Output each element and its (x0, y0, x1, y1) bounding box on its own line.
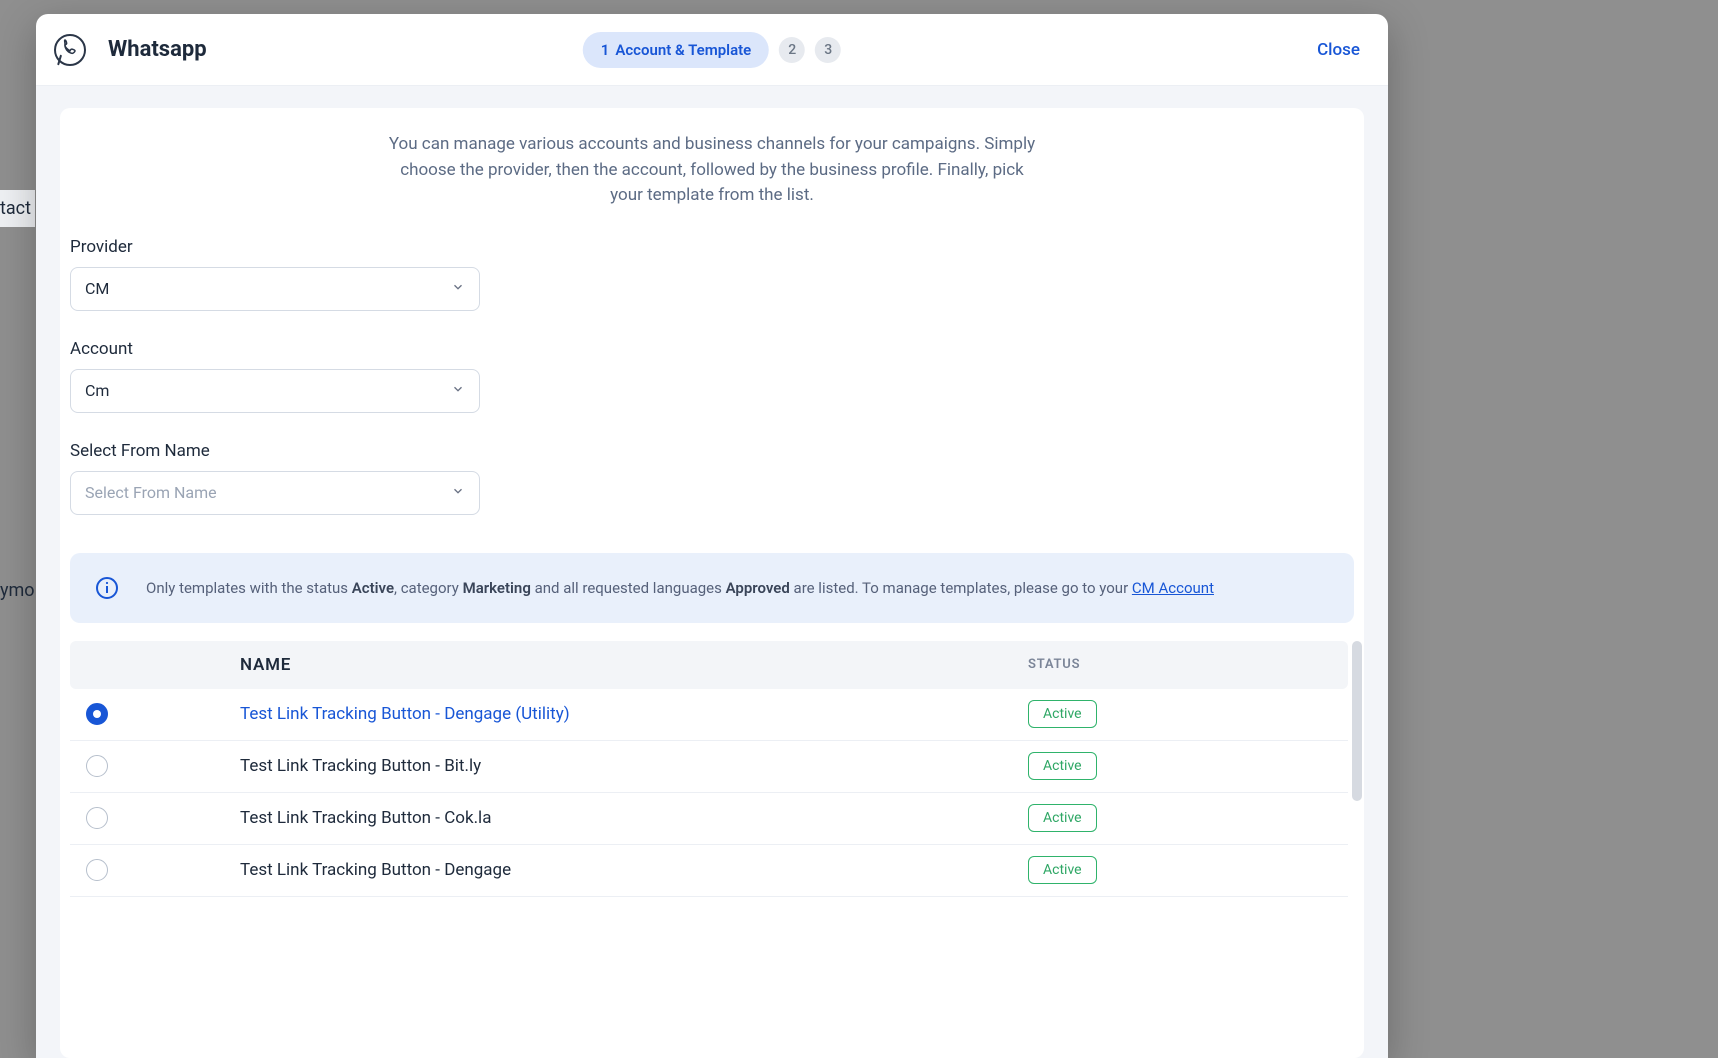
info-icon (94, 575, 120, 601)
column-header-name[interactable]: NAME (240, 655, 1028, 675)
provider-field: Provider CM (70, 237, 480, 311)
template-name: Test Link Tracking Button - Dengage (240, 860, 1028, 880)
modal-title: Whatsapp (108, 37, 207, 62)
account-label: Account (70, 339, 480, 359)
chevron-down-icon (451, 483, 465, 502)
provider-label: Provider (70, 237, 480, 257)
from-name-select[interactable]: Select From Name (70, 471, 480, 515)
template-name: Test Link Tracking Button - Cok.la (240, 808, 1028, 828)
provider-select[interactable]: CM (70, 267, 480, 311)
table-row[interactable]: Test Link Tracking Button - DengageActiv… (70, 845, 1348, 897)
account-field: Account Cm (70, 339, 480, 413)
step-1-label: Account & Template (615, 41, 751, 59)
template-radio[interactable] (86, 703, 108, 725)
scrollbar[interactable] (1352, 641, 1362, 801)
whatsapp-icon (50, 30, 90, 70)
step-2[interactable]: 2 (779, 37, 805, 63)
status-badge: Active (1028, 856, 1097, 884)
cm-account-link[interactable]: CM Account (1132, 579, 1214, 597)
template-radio[interactable] (86, 755, 108, 777)
account-value: Cm (85, 381, 109, 400)
close-button[interactable]: Close (1317, 40, 1360, 60)
background-fragment: ymo (0, 580, 35, 601)
from-name-placeholder: Select From Name (85, 483, 217, 502)
from-name-field: Select From Name Select From Name (70, 441, 480, 515)
from-name-label: Select From Name (70, 441, 480, 461)
template-name: Test Link Tracking Button - Dengage (Uti… (240, 704, 1028, 724)
modal-header: Whatsapp 1 Account & Template 2 3 Close (36, 14, 1388, 86)
account-select[interactable]: Cm (70, 369, 480, 413)
chevron-down-icon (451, 279, 465, 298)
status-badge: Active (1028, 804, 1097, 832)
table-header-row: NAME STATUS (70, 641, 1348, 689)
template-name: Test Link Tracking Button - Bit.ly (240, 756, 1028, 776)
modal-body: You can manage various accounts and busi… (36, 86, 1388, 1058)
status-badge: Active (1028, 752, 1097, 780)
wizard-steps: 1 Account & Template 2 3 (583, 32, 841, 68)
content-card: You can manage various accounts and busi… (60, 108, 1364, 1058)
background-fragment-contacts: tact (0, 190, 35, 227)
table-row[interactable]: Test Link Tracking Button - Cok.laActive (70, 793, 1348, 845)
templates-table: NAME STATUS Test Link Tracking Button - … (60, 641, 1364, 897)
step-1-number: 1 (601, 41, 610, 59)
template-radio[interactable] (86, 807, 108, 829)
info-text: Only templates with the status Active, c… (146, 579, 1214, 597)
provider-value: CM (85, 279, 109, 298)
step-1-account-template[interactable]: 1 Account & Template (583, 32, 769, 68)
status-badge: Active (1028, 700, 1097, 728)
whatsapp-setup-modal: Whatsapp 1 Account & Template 2 3 Close … (36, 14, 1388, 1058)
table-row[interactable]: Test Link Tracking Button - Dengage (Uti… (70, 689, 1348, 741)
column-header-status[interactable]: STATUS (1028, 657, 1348, 672)
info-banner: Only templates with the status Active, c… (70, 553, 1354, 623)
template-radio[interactable] (86, 859, 108, 881)
chevron-down-icon (451, 381, 465, 400)
table-row[interactable]: Test Link Tracking Button - Bit.lyActive (70, 741, 1348, 793)
intro-text: You can manage various accounts and busi… (382, 132, 1042, 209)
step-3[interactable]: 3 (815, 37, 841, 63)
